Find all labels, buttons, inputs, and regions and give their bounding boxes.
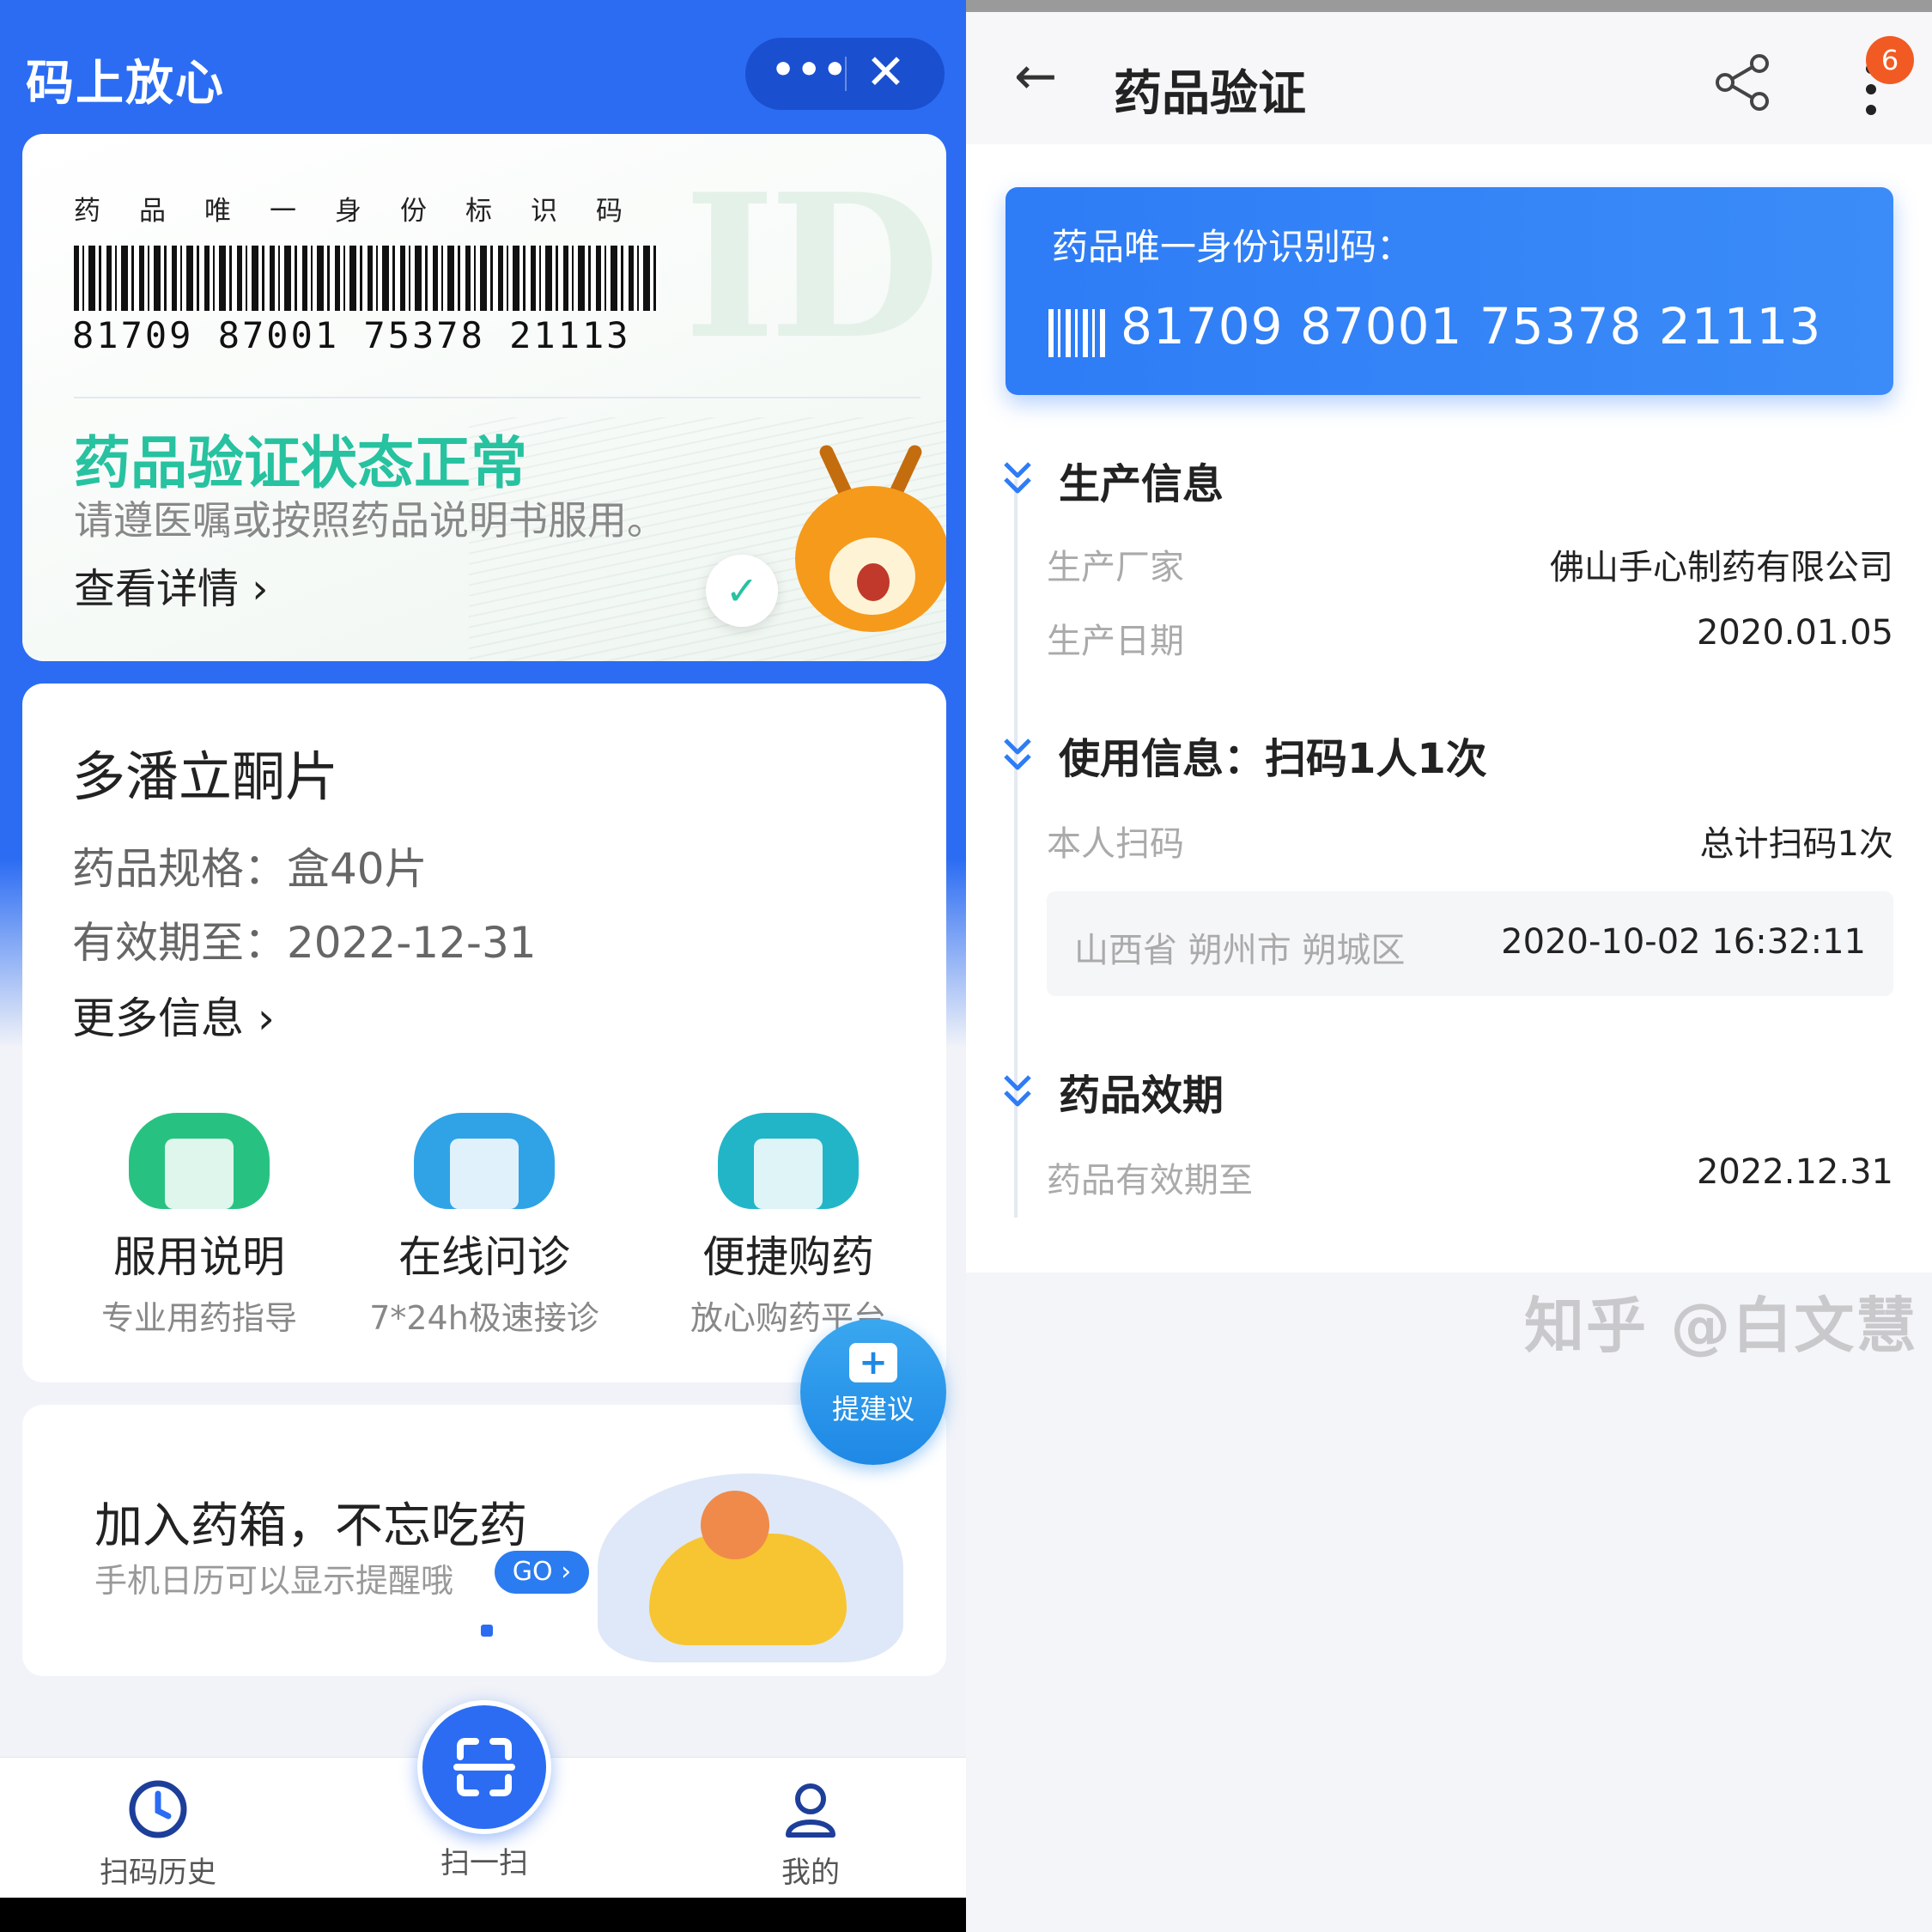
scan-button[interactable] (417, 1700, 551, 1834)
divider (74, 397, 920, 398)
verification-content: 药品唯一身份识别码： 81709 87001 75378 21113 生产信息 … (966, 144, 1932, 1273)
document-icon (129, 1113, 270, 1209)
production-date-label: 生产日期 (1047, 622, 1184, 661)
suggestion-button[interactable]: + 提建议 (800, 1319, 946, 1465)
service-desc: 7*24h极速接诊 (369, 1299, 599, 1337)
source-watermark: 知乎 @白文慧 (1524, 1291, 1918, 1361)
navigation-bar: ← 药品验证 6 (966, 12, 1932, 144)
check-icon: ✓ (706, 555, 778, 627)
service-name: 服用说明 (113, 1232, 285, 1282)
verification-card: ID 药品唯一身份标识码 81709 87001 75378 21113 药品验… (22, 134, 946, 661)
drug-id-card: 药品唯一身份识别码： 81709 87001 75378 21113 (1005, 187, 1893, 395)
id-code-label: 药品唯一身份标识码 (74, 196, 661, 227)
more-icon[interactable]: ••• (771, 48, 848, 92)
section-title-production: 生产信息 (1059, 460, 1224, 508)
close-icon[interactable]: ✕ (866, 45, 906, 100)
chevron-double-down-icon (1000, 733, 1035, 776)
scan-time: 2020-10-02 16:32:11 (1501, 922, 1866, 962)
share-icon[interactable] (1710, 50, 1775, 115)
banner-subtitle: 手机日历可以显示提醒哦 (94, 1562, 454, 1600)
section-title-usage: 使用信息：扫码1人1次 (1059, 735, 1487, 783)
scan-record: 山西省 朔州市 朔城区 2020-10-02 16:32:11 (1047, 891, 1893, 996)
expiry-value: 2022.12.31 (1696, 1152, 1893, 1192)
add-feedback-icon: + (849, 1343, 897, 1382)
manufacturer-label: 生产厂家 (1047, 548, 1184, 587)
mini-program-capsule: ••• ✕ (745, 38, 945, 110)
banner-title: 加入药箱，不忘吃药 (94, 1498, 527, 1554)
chevron-double-down-icon (1000, 1070, 1035, 1113)
drug-expiry: 有效期至：2022-12-31 (72, 918, 537, 968)
service-desc: 专业用药指导 (100, 1299, 297, 1337)
total-scan-value: 总计扫码1次 (1699, 824, 1893, 864)
medkit-icon (718, 1113, 859, 1209)
notification-badge: 6 (1866, 36, 1914, 84)
drug-spec: 药品规格：盒40片 (72, 844, 428, 894)
chevron-double-down-icon (1000, 457, 1035, 500)
service-usage-instructions[interactable]: 服用说明 专业用药指导 (70, 1113, 328, 1339)
view-details-link[interactable]: 查看详情 › (74, 555, 268, 615)
more-info-link[interactable]: 更多信息 › (72, 984, 275, 1046)
tab-label: 我的 (781, 1856, 840, 1890)
app-title: 码上放心 (26, 56, 225, 112)
status-bar (966, 0, 1932, 12)
id-code-number: 81709 87001 75378 21113 (1121, 297, 1822, 355)
tab-label: 扫码历史 (100, 1856, 216, 1890)
id-code-label: 药品唯一身份识别码： (1052, 226, 1413, 268)
barcode-icon (74, 246, 659, 311)
doctor-icon (414, 1113, 555, 1209)
person-head (701, 1491, 769, 1559)
drug-info-card: 多潘立酮片 药品规格：盒40片 有效期至：2022-12-31 更多信息 › 服… (22, 683, 946, 1382)
tab-mine[interactable]: 我的 (708, 1778, 914, 1891)
barcode-icon (1048, 309, 1109, 357)
user-icon (780, 1778, 841, 1840)
tab-scan-history[interactable]: 扫码历史 (55, 1778, 261, 1891)
production-date-value: 2020.01.05 (1696, 613, 1893, 653)
service-online-consultation[interactable]: 在线问诊 7*24h极速接诊 (355, 1113, 613, 1339)
id-watermark: ID (683, 151, 940, 383)
section-title-validity: 药品效期 (1059, 1072, 1224, 1120)
go-button[interactable]: GO › (495, 1551, 589, 1594)
service-name: 便捷购药 (702, 1232, 874, 1282)
drug-name: 多潘立酮片 (72, 745, 339, 808)
left-phone-screen: 码上放心 ••• ✕ ID 药品唯一身份标识码 81709 87001 7537… (0, 0, 966, 1932)
self-scan-label: 本人扫码 (1047, 824, 1184, 864)
expiry-label: 药品有效期至 (1047, 1161, 1253, 1200)
service-buy-medicine[interactable]: 便捷购药 放心购药平台 (659, 1113, 917, 1339)
suggestion-label: 提建议 (831, 1393, 914, 1425)
service-name: 在线问诊 (398, 1232, 570, 1282)
manufacturer-value: 佛山手心制药有限公司 (1550, 548, 1893, 587)
clock-icon (127, 1778, 189, 1840)
scan-icon (453, 1738, 515, 1796)
tab-label-scan: 扫一扫 (440, 1846, 528, 1880)
capsule-divider (845, 57, 847, 91)
carousel-indicator (481, 1625, 493, 1637)
usage-advice: 请遵医嘱或按照药品说明书服用。 (74, 497, 666, 544)
right-phone-screen: ← 药品验证 6 药品唯一身份识别码： 81709 87001 75378 21… (966, 0, 1932, 1932)
page-title: 药品验证 (1114, 66, 1306, 122)
back-arrow-icon[interactable]: ← (1014, 46, 1057, 106)
mascot-mouth (857, 563, 890, 601)
verification-status: 药品验证状态正常 (74, 430, 527, 496)
id-code-number: 81709 87001 75378 21113 (72, 314, 631, 356)
scan-location: 山西省 朔州市 朔城区 (1074, 931, 1406, 970)
medicine-box-banner[interactable]: 加入药箱，不忘吃药 手机日历可以显示提醒哦 GO › (22, 1405, 946, 1676)
